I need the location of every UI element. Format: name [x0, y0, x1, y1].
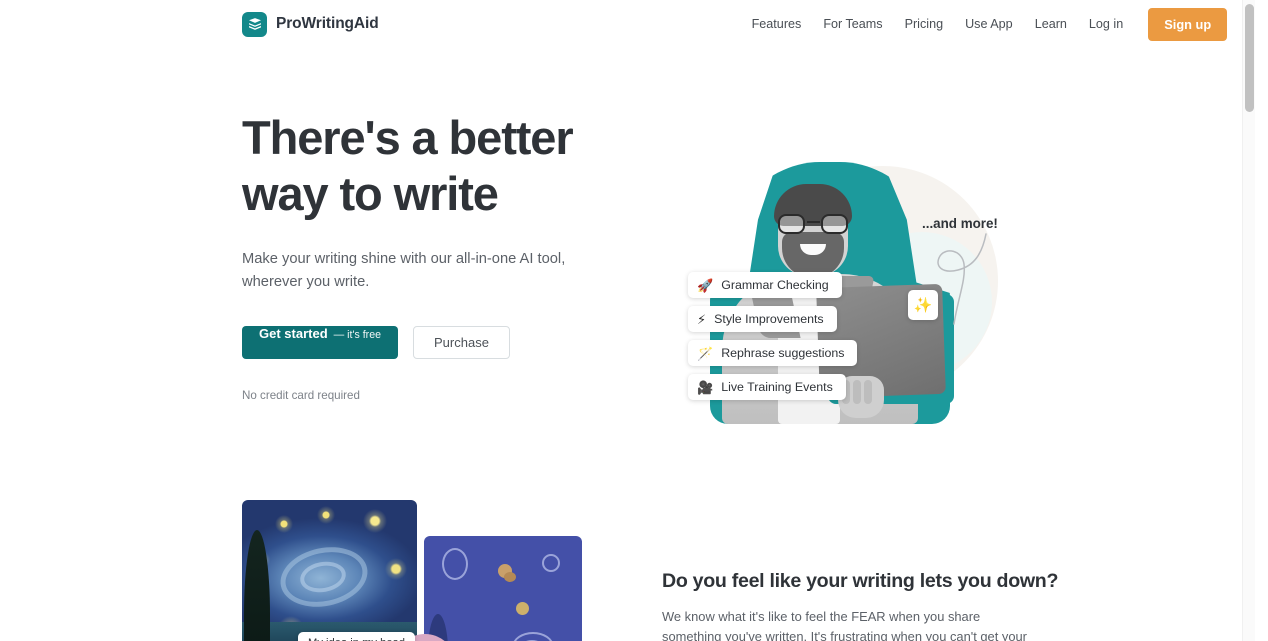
video-camera-icon: 🎥 — [697, 379, 714, 395]
lower-copy: Do you feel like your writing lets you d… — [662, 500, 1059, 641]
starry-cypress — [244, 530, 270, 641]
get-started-sublabel: — it's free — [333, 329, 381, 341]
and-more-label: ...and more! — [922, 216, 998, 231]
hero-illustration: 🚀 Grammar Checking ⚡ Style Improvements … — [660, 144, 1020, 444]
feature-chip-grammar-checking[interactable]: 🚀 Grammar Checking — [688, 272, 842, 298]
starry-night-image — [242, 500, 417, 641]
site-header: ProWritingAid Features For Teams Pricing… — [0, 0, 1255, 48]
feature-chip-style-improvements[interactable]: ⚡ Style Improvements — [688, 306, 837, 332]
brand-name: ProWritingAid — [276, 15, 379, 32]
glasses-icon — [776, 214, 850, 234]
feature-chip-list: 🚀 Grammar Checking ⚡ Style Improvements … — [688, 272, 858, 408]
image-caption-tooltip: My idea in my head — [298, 631, 416, 641]
hero-subtitle: Make your writing shine with our all-in-… — [242, 248, 567, 294]
feature-chip-rephrase-suggestions[interactable]: 🪄 Rephrase suggestions — [688, 340, 858, 366]
magic-wand-icon: 🪄 — [697, 345, 714, 361]
scrollbar-thumb[interactable] — [1245, 4, 1254, 112]
feature-chip-label: Rephrase suggestions — [721, 346, 845, 360]
glasses-bridge — [807, 221, 820, 224]
rocket-icon: 🚀 — [697, 277, 714, 293]
feature-chip-label: Style Improvements — [714, 312, 824, 326]
nav-link-for-teams[interactable]: For Teams — [812, 9, 893, 39]
no-credit-card-note: No credit card required — [242, 389, 360, 402]
sign-up-button[interactable]: Sign up — [1148, 7, 1228, 41]
page-title: There's a better way to write — [242, 110, 642, 222]
page-root: ProWritingAid Features For Teams Pricing… — [0, 0, 1255, 641]
hand-drawn-squiggle-icon — [937, 233, 987, 325]
feature-chip-label: Live Training Events — [721, 380, 833, 394]
sparkle-icon: ✨ — [908, 290, 938, 320]
sketch-blot — [516, 602, 529, 615]
lower-section: My idea in my head Do you feel like your… — [0, 500, 1255, 641]
sketch-swirl — [542, 554, 560, 572]
hero-subtitle-line-1: Make your writing shine with our all-in-… — [242, 251, 566, 267]
nav-link-use-app[interactable]: Use App — [954, 9, 1024, 39]
feature-chip-live-training-events[interactable]: 🎥 Live Training Events — [688, 374, 846, 400]
purchase-button[interactable]: Purchase — [413, 326, 510, 359]
page-scrollbar[interactable] — [1242, 0, 1255, 641]
glasses-lens-right — [821, 214, 848, 234]
brand-logo[interactable]: ProWritingAid — [242, 11, 379, 37]
glasses-lens-left — [778, 214, 805, 234]
sketch-blot — [504, 572, 516, 582]
hero-title-line-1: There's a better — [242, 111, 574, 164]
hero-subtitle-line-2: wherever you write. — [242, 274, 370, 290]
hero-title-line-2: way to write — [242, 167, 499, 220]
nav-link-learn[interactable]: Learn — [1024, 9, 1078, 39]
nav-link-features[interactable]: Features — [741, 9, 813, 39]
feature-chip-label: Grammar Checking — [721, 278, 829, 292]
hero-copy: There's a better way to write Make your … — [242, 94, 642, 402]
nav-link-log-in[interactable]: Log in — [1078, 9, 1134, 39]
get-started-button[interactable]: Get started — it's free — [242, 326, 398, 359]
hero-actions: Get started — it's free Purchase — [242, 326, 642, 359]
book-logo-icon — [242, 11, 267, 37]
lower-section-body: We know what it's like to feel the FEAR … — [662, 607, 1027, 641]
nav-link-pricing[interactable]: Pricing — [894, 9, 955, 39]
lower-section-title: Do you feel like your writing lets you d… — [662, 570, 1059, 592]
sketch-version-image — [424, 536, 582, 641]
illustration-pair: My idea in my head — [242, 500, 582, 641]
hero-section: There's a better way to write Make your … — [0, 48, 1255, 424]
sketch-swirl — [442, 548, 468, 580]
lightning-icon: ⚡ — [697, 311, 707, 327]
finger — [864, 380, 872, 404]
get-started-label: Get started — [259, 326, 328, 341]
main-nav: Features For Teams Pricing Use App Learn… — [741, 7, 1228, 41]
